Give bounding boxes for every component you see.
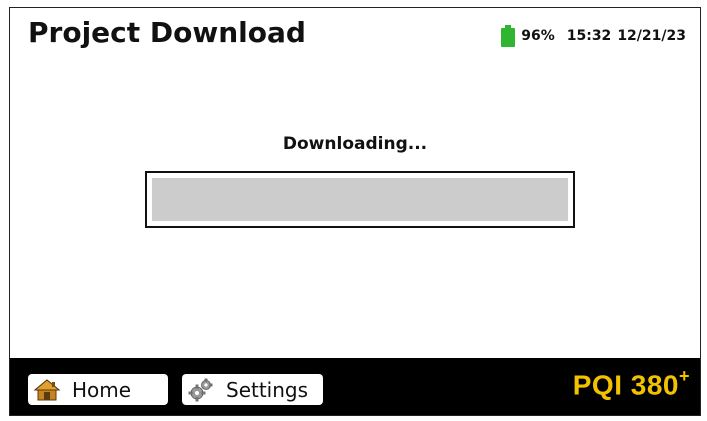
battery-percentage: 96% xyxy=(521,28,555,44)
battery-icon xyxy=(501,25,516,47)
home-button-label: Home xyxy=(72,377,132,402)
page-title: Project Download xyxy=(28,16,306,49)
header-bar: Project Download 96% 15:32 12/21/23 xyxy=(10,8,700,64)
settings-button-label: Settings xyxy=(226,377,309,402)
gear-icon xyxy=(188,378,213,401)
progress-bar xyxy=(145,171,575,228)
footer-bar: Home Settings PQI 380+ xyxy=(10,358,700,415)
device-screen: Project Download 96% 15:32 12/21/23 Down… xyxy=(9,7,701,416)
clock-date: 12/21/23 xyxy=(617,28,686,44)
progress-label: Downloading... xyxy=(282,134,428,154)
status-bar: 96% 15:32 12/21/23 xyxy=(501,25,686,47)
settings-button[interactable]: Settings xyxy=(182,374,323,405)
clock-time: 15:32 xyxy=(566,28,612,44)
brand-logo: PQI 380+ xyxy=(572,366,690,401)
progress-track xyxy=(152,178,568,221)
home-button[interactable]: Home xyxy=(28,374,168,405)
home-icon xyxy=(34,378,60,400)
